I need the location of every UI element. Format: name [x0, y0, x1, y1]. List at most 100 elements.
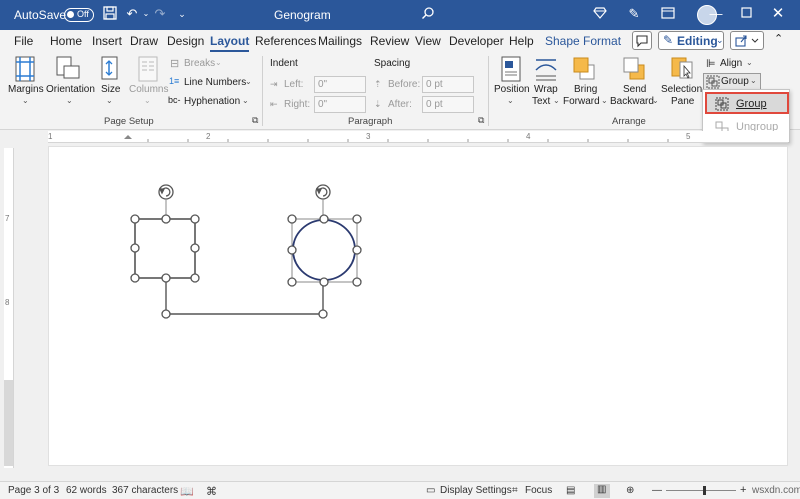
orientation-icon[interactable]	[55, 56, 81, 82]
orientation-label[interactable]: Orientation	[46, 84, 95, 95]
indent-right-input[interactable]: 0"	[314, 96, 366, 113]
proofing-icon[interactable]: 📖	[180, 485, 194, 498]
zoom-slider[interactable]	[666, 490, 736, 491]
wrap-text-icon[interactable]	[534, 56, 558, 82]
bring-forward-icon[interactable]	[572, 56, 596, 82]
line-numbers-chevron-icon[interactable]: ⌄	[245, 77, 252, 86]
tab-shape-format[interactable]: Shape Format	[545, 34, 621, 48]
indent-right-icon: ⇤	[270, 99, 278, 109]
vertical-ruler[interactable]: 7 8	[4, 148, 14, 468]
word-count[interactable]: 62 words	[66, 485, 107, 496]
selection-pane-label-1[interactable]: Selection	[661, 84, 702, 95]
margins-chevron-icon[interactable]: ⌄	[22, 96, 29, 105]
zoom-slider-thumb[interactable]	[703, 486, 706, 495]
group-icon	[715, 97, 729, 111]
align-label[interactable]: Align	[720, 58, 742, 69]
collapse-ribbon-icon[interactable]: ⌃	[774, 32, 783, 45]
tab-insert[interactable]: Insert	[92, 34, 122, 48]
tab-developer[interactable]: Developer	[449, 34, 504, 48]
selection-pane-label-2[interactable]: Pane	[671, 96, 694, 107]
wrap-text-label-2[interactable]: Text	[532, 96, 550, 107]
bring-forward-chevron-icon[interactable]: ⌄	[601, 96, 608, 105]
arrange-group-label: Arrange	[612, 116, 646, 127]
wrap-text-label-1[interactable]: Wrap	[534, 84, 558, 95]
hyphenation-label[interactable]: Hyphenation	[184, 96, 240, 107]
tab-review[interactable]: Review	[370, 34, 409, 48]
autosave-toggle[interactable]: Off	[64, 8, 94, 22]
size-chevron-icon[interactable]: ⌄	[106, 96, 113, 105]
wrap-text-chevron-icon[interactable]: ⌄	[553, 96, 560, 105]
tab-home[interactable]: Home	[50, 34, 82, 48]
diamond-icon[interactable]	[592, 6, 608, 22]
tab-references[interactable]: References	[255, 34, 316, 48]
breaks-chevron-icon[interactable]: ⌄	[215, 58, 222, 67]
line-numbers-label[interactable]: Line Numbers	[184, 77, 246, 88]
bring-forward-label-1[interactable]: Bring	[574, 84, 597, 95]
zoom-in-icon[interactable]: +	[740, 484, 746, 496]
pen-icon[interactable]: ✎	[626, 6, 642, 22]
paragraph-launcher-icon[interactable]: ⧉	[478, 115, 484, 126]
margins-label[interactable]: Margins	[8, 84, 44, 95]
character-count[interactable]: 367 characters	[112, 485, 178, 496]
display-settings-label[interactable]: Display Settings	[440, 485, 512, 496]
maximize-icon[interactable]	[738, 6, 754, 22]
document-page[interactable]	[48, 146, 788, 466]
spacing-before-input[interactable]: 0 pt	[422, 76, 474, 93]
columns-icon[interactable]	[137, 56, 159, 82]
indent-left-input[interactable]: 0"	[314, 76, 366, 93]
position-icon[interactable]	[500, 56, 522, 82]
send-backward-label-2[interactable]: Backward	[610, 96, 654, 107]
horizontal-ruler[interactable]: 1 2 3 4 5	[48, 131, 788, 143]
spacing-after-input[interactable]: 0 pt	[422, 96, 474, 113]
minimize-icon[interactable]: —	[708, 6, 724, 22]
send-backward-label-1[interactable]: Send	[623, 84, 646, 95]
columns-label[interactable]: Columns	[129, 84, 168, 95]
send-backward-chevron-icon[interactable]: ⌄	[652, 96, 659, 105]
columns-chevron-icon[interactable]: ⌄	[144, 96, 151, 105]
page-setup-group-label: Page Setup	[104, 116, 154, 127]
position-label[interactable]: Position	[494, 84, 530, 95]
tab-view[interactable]: View	[415, 34, 441, 48]
size-label[interactable]: Size	[101, 84, 120, 95]
tab-mailings[interactable]: Mailings	[318, 34, 362, 48]
spacing-before-value: 0 pt	[426, 79, 443, 90]
orientation-chevron-icon[interactable]: ⌄	[66, 96, 73, 105]
focus-label[interactable]: Focus	[525, 485, 552, 496]
display-settings-icon: ▭	[426, 485, 436, 496]
tab-help[interactable]: Help	[509, 34, 534, 48]
page-setup-launcher-icon[interactable]: ⧉	[252, 115, 258, 126]
spacing-label: Spacing	[374, 58, 411, 69]
position-chevron-icon[interactable]: ⌄	[507, 96, 514, 105]
indent-left-value: 0"	[318, 79, 328, 90]
share-button[interactable]	[730, 31, 764, 50]
bring-forward-label-2[interactable]: Forward	[563, 96, 600, 107]
zoom-out-icon[interactable]: —	[652, 485, 662, 496]
breaks-label[interactable]: Breaks	[184, 58, 215, 69]
tab-design[interactable]: Design	[167, 34, 204, 48]
autosave-label: AutoSave	[14, 8, 67, 22]
send-backward-icon[interactable]	[622, 56, 646, 82]
save-icon[interactable]	[102, 6, 118, 22]
hyphenation-chevron-icon[interactable]: ⌄	[242, 96, 249, 105]
redo-icon[interactable]: ↷	[152, 6, 168, 22]
customize-toolbar-icon[interactable]: ⌄	[174, 6, 190, 22]
tab-layout[interactable]: Layout	[210, 34, 250, 52]
page-count[interactable]: Page 3 of 3	[8, 485, 59, 496]
margins-icon[interactable]	[14, 56, 36, 82]
dropdown-item-group[interactable]: Group	[705, 92, 789, 114]
align-chevron-icon[interactable]: ⌄	[746, 58, 753, 67]
close-icon[interactable]: ✕	[770, 6, 786, 22]
read-mode-icon[interactable]: ▤	[566, 485, 575, 496]
tab-draw[interactable]: Draw	[130, 34, 158, 48]
tab-file[interactable]: File	[14, 34, 33, 48]
ribbon-display-icon[interactable]	[660, 6, 676, 22]
web-layout-icon[interactable]: ⊕	[626, 485, 634, 496]
print-layout-button[interactable]: ▥	[594, 484, 610, 498]
group-button[interactable]: Group ⌄	[703, 73, 761, 90]
search-icon[interactable]	[420, 6, 436, 22]
size-icon[interactable]	[99, 56, 121, 82]
accessibility-icon[interactable]: ⌘	[206, 485, 217, 498]
editing-mode-button[interactable]: ✎ Editing ⌄	[658, 31, 724, 50]
selection-pane-icon[interactable]	[670, 56, 694, 82]
comments-button[interactable]	[632, 31, 652, 50]
